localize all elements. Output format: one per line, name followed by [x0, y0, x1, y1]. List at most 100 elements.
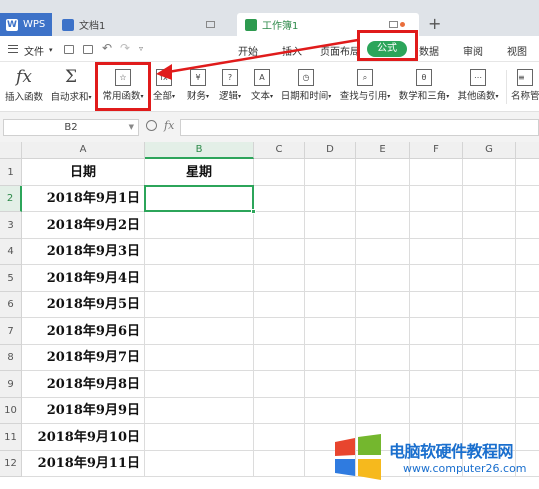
row-header-10[interactable]: 10 [0, 398, 22, 424]
cell-d7[interactable] [305, 318, 356, 345]
tab-data[interactable]: 数据 [419, 43, 439, 58]
cell-b9[interactable] [145, 371, 254, 398]
cell-g1[interactable] [463, 159, 516, 186]
column-header-g[interactable]: G [463, 142, 516, 159]
cell-f2[interactable] [410, 186, 463, 212]
cell-b11[interactable] [145, 424, 254, 451]
cell-b10[interactable] [145, 398, 254, 424]
cell-c12[interactable] [254, 451, 305, 477]
cell-g2[interactable] [463, 186, 516, 212]
cell-c11[interactable] [254, 424, 305, 451]
cell-f4[interactable] [410, 239, 463, 265]
tab-page-layout[interactable]: 页面布局 [320, 43, 360, 58]
row-header-6[interactable]: 6 [0, 292, 22, 318]
tab-view[interactable]: 视图 [507, 43, 527, 58]
lookup-reference-button[interactable]: ⌕ 查找与引用▾ [339, 66, 391, 102]
cell-d5[interactable] [305, 265, 356, 292]
row-header-8[interactable]: 8 [0, 345, 22, 371]
cell-b8[interactable] [145, 345, 254, 371]
cell-h3[interactable] [516, 212, 539, 239]
logic-button[interactable]: ? 逻辑▾ [215, 66, 245, 102]
cell-h5[interactable] [516, 265, 539, 292]
zoom-icon[interactable] [146, 120, 157, 131]
fx-icon[interactable]: fx [164, 119, 174, 132]
cell-d9[interactable] [305, 371, 356, 398]
cell-h2[interactable] [516, 186, 539, 212]
row-header-12[interactable]: 12 [0, 451, 22, 477]
column-header-a[interactable]: A [22, 142, 145, 159]
file-menu[interactable]: 文件 [24, 43, 44, 58]
tab-insert[interactable]: 插入 [282, 43, 302, 58]
cell-a1[interactable]: 日期 [22, 159, 145, 186]
cell-a11[interactable]: 2018年9月10日 [22, 424, 145, 451]
tab-wps[interactable]: W WPS [0, 13, 52, 36]
cell-c8[interactable] [254, 345, 305, 371]
column-header-c[interactable]: C [254, 142, 305, 159]
cell-c5[interactable] [254, 265, 305, 292]
cell-e2[interactable] [356, 186, 410, 212]
row-header-3[interactable]: 3 [0, 212, 22, 239]
cell-h1[interactable] [516, 159, 539, 186]
cell-b7[interactable] [145, 318, 254, 345]
other-functions-button[interactable]: ⋯ 其他函数▾ [456, 66, 500, 102]
cell-a6[interactable]: 2018年9月5日 [22, 292, 145, 318]
cell-c6[interactable] [254, 292, 305, 318]
math-trig-button[interactable]: θ 数学和三角▾ [398, 66, 450, 102]
cell-f8[interactable] [410, 345, 463, 371]
cell-a5[interactable]: 2018年9月4日 [22, 265, 145, 292]
cell-d2[interactable] [305, 186, 356, 212]
cell-c10[interactable] [254, 398, 305, 424]
cell-a4[interactable]: 2018年9月3日 [22, 239, 145, 265]
cell-g7[interactable] [463, 318, 516, 345]
fill-handle[interactable] [251, 209, 256, 214]
all-functions-button[interactable]: fx 全部▾ [149, 66, 179, 102]
cell-g5[interactable] [463, 265, 516, 292]
cell-g9[interactable] [463, 371, 516, 398]
cell-g4[interactable] [463, 239, 516, 265]
cell-c3[interactable] [254, 212, 305, 239]
cell-e9[interactable] [356, 371, 410, 398]
cell-b6[interactable] [145, 292, 254, 318]
cell-d6[interactable] [305, 292, 356, 318]
tab-review[interactable]: 审阅 [463, 43, 483, 58]
cell-f6[interactable] [410, 292, 463, 318]
menu-icon[interactable] [8, 45, 18, 53]
cell-a12[interactable]: 2018年9月11日 [22, 451, 145, 477]
row-header-4[interactable]: 4 [0, 239, 22, 265]
row-header-1[interactable]: 1 [0, 159, 22, 186]
cell-c1[interactable] [254, 159, 305, 186]
cell-h6[interactable] [516, 292, 539, 318]
tab-home[interactable]: 开始 [238, 43, 258, 58]
chevron-down-icon[interactable]: ▾ [49, 46, 53, 54]
undo-icon[interactable]: ↶ [102, 41, 112, 55]
cell-g10[interactable] [463, 398, 516, 424]
cell-d4[interactable] [305, 239, 356, 265]
row-header-11[interactable]: 11 [0, 424, 22, 451]
customize-icon[interactable]: ▿ [139, 44, 143, 53]
cell-b5[interactable] [145, 265, 254, 292]
date-time-button[interactable]: ◷ 日期和时间▾ [280, 66, 332, 102]
redo-icon[interactable]: ↷ [120, 41, 130, 55]
active-cell-selection[interactable] [144, 185, 256, 214]
cell-d10[interactable] [305, 398, 356, 424]
column-header-e[interactable]: E [356, 142, 410, 159]
cell-b12[interactable] [145, 451, 254, 477]
cell-f5[interactable] [410, 265, 463, 292]
cell-a3[interactable]: 2018年9月2日 [22, 212, 145, 239]
print-icon[interactable] [83, 45, 93, 54]
cell-b4[interactable] [145, 239, 254, 265]
chevron-down-icon[interactable]: ▼ [129, 120, 134, 135]
cell-a9[interactable]: 2018年9月8日 [22, 371, 145, 398]
cell-c9[interactable] [254, 371, 305, 398]
cell-e1[interactable] [356, 159, 410, 186]
cell-e8[interactable] [356, 345, 410, 371]
autosum-button[interactable]: Σ 自动求和▾ [50, 66, 92, 103]
column-header-f[interactable]: F [410, 142, 463, 159]
column-header-b[interactable]: B [145, 142, 254, 159]
cell-e7[interactable] [356, 318, 410, 345]
cell-a7[interactable]: 2018年9月6日 [22, 318, 145, 345]
cell-d8[interactable] [305, 345, 356, 371]
cell-e5[interactable] [356, 265, 410, 292]
name-manager-button[interactable]: ≡ 名称管 [511, 66, 539, 102]
cell-h9[interactable] [516, 371, 539, 398]
